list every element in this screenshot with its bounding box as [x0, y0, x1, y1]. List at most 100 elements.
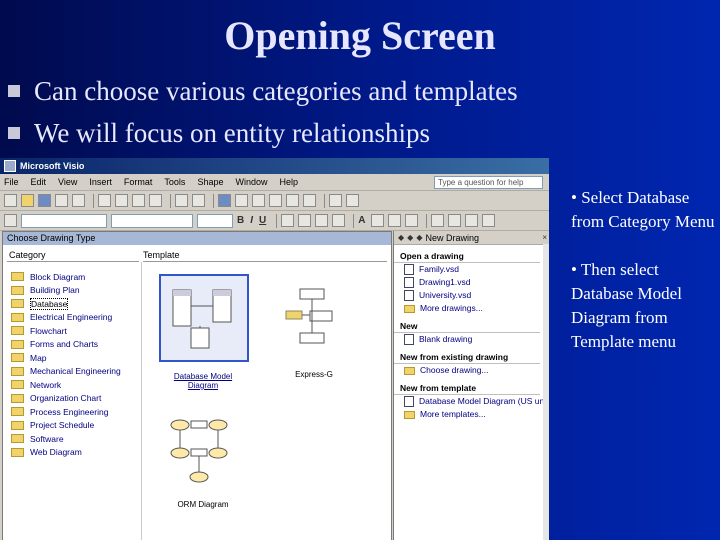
menu-window[interactable]: Window: [235, 177, 267, 187]
menu-insert[interactable]: Insert: [89, 177, 112, 187]
align-right-icon[interactable]: [315, 214, 329, 227]
folder-icon: [11, 272, 24, 282]
line-weight-icon[interactable]: [431, 214, 445, 227]
new-heading: New: [394, 320, 540, 333]
recent-file-link[interactable]: Drawing1.vsd: [394, 276, 549, 289]
category-item[interactable]: Project Schedule: [11, 419, 121, 433]
underline-icon[interactable]: U: [259, 215, 266, 226]
zoom-icon[interactable]: [329, 194, 342, 207]
menu-view[interactable]: View: [58, 177, 77, 187]
line-tool-icon[interactable]: [286, 194, 299, 207]
undo-icon[interactable]: [175, 194, 188, 207]
template-orm-diagram[interactable]: ORM Diagram: [163, 410, 243, 509]
paste-icon[interactable]: [132, 194, 145, 207]
category-item[interactable]: Mechanical Engineering: [11, 365, 121, 379]
open-folder-icon: [11, 299, 24, 309]
visio-file-icon: [404, 290, 414, 301]
pencil-tool-icon[interactable]: [303, 194, 316, 207]
font-color-icon[interactable]: A: [358, 215, 365, 226]
category-item[interactable]: Building Plan: [11, 284, 121, 298]
task-pane-title: New Drawing: [425, 232, 479, 243]
menu-tools[interactable]: Tools: [164, 177, 185, 187]
menu-help[interactable]: Help: [279, 177, 298, 187]
align-left-icon[interactable]: [281, 214, 295, 227]
align-center-icon[interactable]: [298, 214, 312, 227]
connector-icon[interactable]: [218, 194, 231, 207]
menu-file[interactable]: File: [4, 177, 19, 187]
print-icon[interactable]: [55, 194, 68, 207]
category-item[interactable]: Process Engineering: [11, 405, 121, 419]
line-ends-icon[interactable]: [465, 214, 479, 227]
category-item[interactable]: Network: [11, 378, 121, 392]
toolbar-divider: [93, 193, 94, 208]
bullet-list: Can choose various categories and templa…: [8, 70, 518, 154]
category-header-underline: [7, 261, 139, 262]
category-item[interactable]: Organization Chart: [11, 392, 121, 406]
more-templates-link[interactable]: More templates...: [394, 408, 549, 421]
folder-icon: [11, 407, 24, 417]
choose-drawing-link[interactable]: Choose drawing...: [394, 364, 549, 377]
open-icon[interactable]: [21, 194, 34, 207]
database-model-template-link[interactable]: Database Model Diagram (US units): [394, 395, 549, 408]
forward-arrow-icon[interactable]: ◆: [407, 233, 413, 242]
template-file-icon: [404, 396, 414, 407]
text-tool-icon[interactable]: [252, 194, 265, 207]
blank-drawing-link[interactable]: Blank drawing: [394, 333, 549, 346]
help-search-input[interactable]: Type a question for help: [434, 175, 543, 189]
menu-edit[interactable]: Edit: [31, 177, 47, 187]
home-icon[interactable]: ◆: [416, 233, 422, 242]
standard-toolbar: [0, 191, 549, 211]
help-icon[interactable]: [346, 194, 359, 207]
template-header-underline: [143, 261, 387, 262]
category-item[interactable]: Software: [11, 432, 121, 446]
redo-icon[interactable]: [192, 194, 205, 207]
format-painter-icon[interactable]: [149, 194, 162, 207]
side-notes: • Select Database from Category Menu • T…: [571, 186, 716, 378]
folder-icon: [11, 434, 24, 444]
folder-icon: [404, 410, 415, 419]
category-item[interactable]: Flowchart: [11, 324, 121, 338]
corner-rounding-icon[interactable]: [482, 214, 496, 227]
font-size-combo[interactable]: [197, 213, 233, 228]
pointer-icon[interactable]: [235, 194, 248, 207]
copy-icon[interactable]: [115, 194, 128, 207]
recent-file-link[interactable]: University.vsd: [394, 289, 549, 302]
new-icon[interactable]: [4, 194, 17, 207]
cut-icon[interactable]: [98, 194, 111, 207]
fill-color-icon[interactable]: [388, 214, 402, 227]
line-pattern-icon[interactable]: [448, 214, 462, 227]
category-list: Block Diagram Building Plan Database Ele…: [11, 270, 121, 459]
bold-icon[interactable]: B: [237, 215, 244, 226]
save-icon[interactable]: [38, 194, 51, 207]
justify-icon[interactable]: [332, 214, 346, 227]
style-combo[interactable]: [21, 213, 107, 228]
folder-icon: [11, 353, 24, 363]
category-item[interactable]: Web Diagram: [11, 446, 121, 460]
category-item[interactable]: Electrical Engineering: [11, 311, 121, 325]
italic-icon[interactable]: I: [250, 215, 253, 226]
slide-title: Opening Screen: [224, 13, 496, 58]
category-item[interactable]: Block Diagram: [11, 270, 121, 284]
template-express-g[interactable]: Express-G: [279, 278, 349, 379]
line-color-icon[interactable]: [371, 214, 385, 227]
category-item[interactable]: Map: [11, 351, 121, 365]
rectangle-tool-icon[interactable]: [269, 194, 282, 207]
preview-icon[interactable]: [72, 194, 85, 207]
font-combo[interactable]: [111, 213, 193, 228]
menu-shape[interactable]: Shape: [197, 177, 223, 187]
recent-file-link[interactable]: Family.vsd: [394, 263, 549, 276]
more-drawings-link[interactable]: More drawings...: [394, 302, 549, 315]
erd-preview-icon: [172, 289, 232, 349]
category-item[interactable]: Forms and Charts: [11, 338, 121, 352]
category-item-database[interactable]: Database: [11, 297, 121, 311]
shadow-icon[interactable]: [405, 214, 419, 227]
formatting-toolbar: B I U A: [0, 211, 549, 231]
back-arrow-icon[interactable]: ◆: [398, 233, 404, 242]
folder-icon: [11, 420, 24, 430]
new-drawing-task-pane: ◆ ◆ ◆ New Drawing × Open a drawing Famil…: [393, 231, 549, 540]
close-icon[interactable]: ×: [542, 233, 547, 242]
folder-icon: [11, 393, 24, 403]
menu-format[interactable]: Format: [124, 177, 153, 187]
template-database-model-diagram[interactable]: Database Model Diagram: [159, 274, 249, 390]
toolbar-divider: [170, 193, 171, 208]
